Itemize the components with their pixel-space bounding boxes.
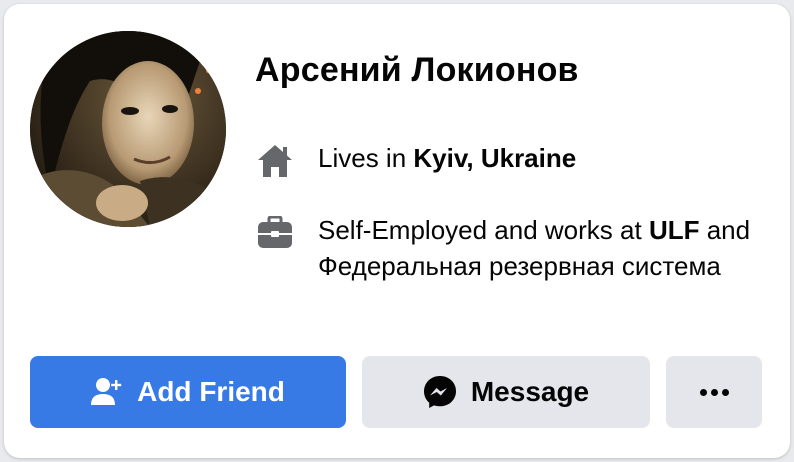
add-friend-label: Add Friend [137,376,285,407]
profile-photo [30,31,226,227]
more-icon [699,388,729,396]
home-text: Lives in Kyiv, Ukraine [318,140,576,176]
more-button[interactable] [666,356,762,428]
avatar[interactable] [30,31,226,227]
home-place-link[interactable]: Kyiv, Ukraine [413,143,576,173]
add-friend-icon [91,377,123,407]
info-work-row: Self-Employed and works at ULF and Федер… [254,212,774,284]
messenger-icon [423,375,457,409]
work-text: Self-Employed and works at ULF and Федер… [318,212,774,284]
work-company-link[interactable]: ULF [649,215,700,245]
profile-card: Арсений Локионов Lives in Kyiv, Ukraine … [4,4,790,458]
add-friend-button[interactable]: Add Friend [30,356,346,428]
message-button[interactable]: Message [362,356,650,428]
info-home-row: Lives in Kyiv, Ukraine [254,140,576,182]
home-icon [254,140,296,182]
profile-name[interactable]: Арсений Локионов [255,48,579,92]
home-prefix: Lives in [318,143,414,173]
briefcase-icon [254,212,296,254]
message-label: Message [470,376,590,407]
work-prefix: Self-Employed and works at [318,215,649,245]
